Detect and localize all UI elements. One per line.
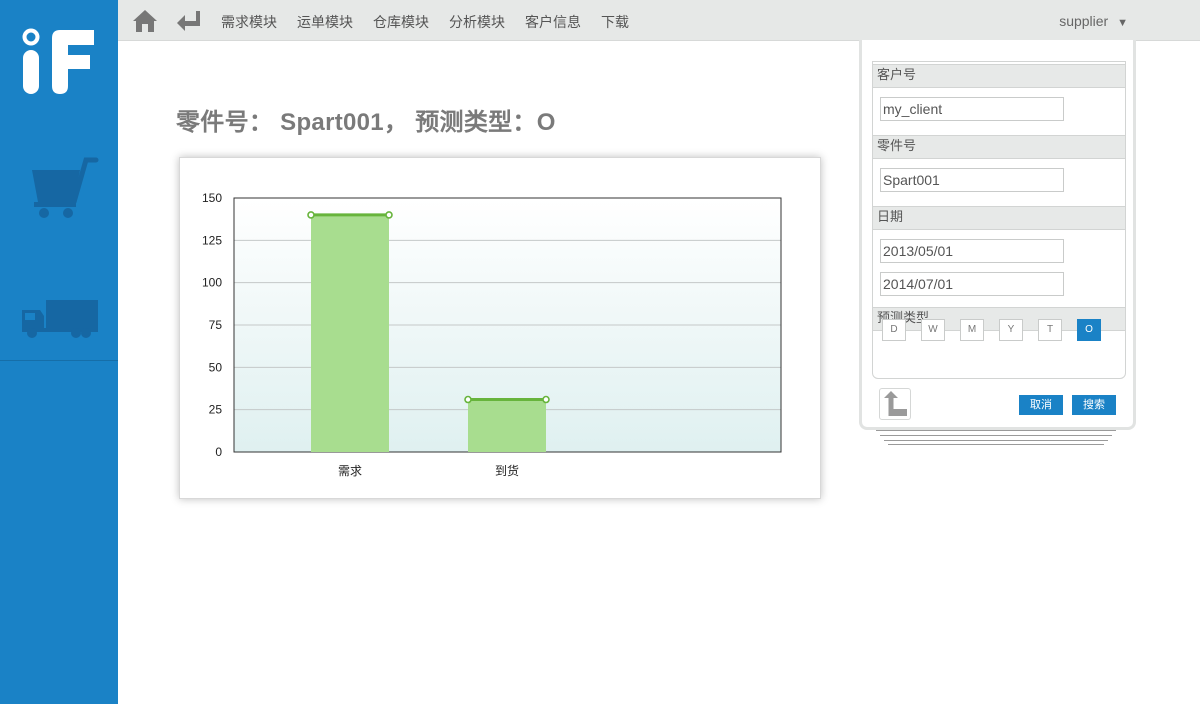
bar-0 <box>311 214 389 452</box>
y-tick-label: 0 <box>215 445 222 459</box>
sidebar <box>0 0 118 704</box>
nav-client-info[interactable]: 客户信息 <box>525 12 581 32</box>
sidebar-divider <box>0 360 118 361</box>
up-return-arrow-icon <box>880 391 910 423</box>
chevron-down-icon: ▼ <box>1117 17 1128 29</box>
date-to-field[interactable]: 2014/07/01 <box>880 272 1064 296</box>
part-label: 零件号 <box>873 135 1125 159</box>
bar-1 <box>468 399 546 452</box>
home-icon[interactable] <box>132 9 158 37</box>
chart-container: 0 25 50 75 100 125 150 需求 到货 <box>179 157 821 499</box>
bar-point-1 <box>542 395 550 404</box>
shopping-cart-icon[interactable] <box>20 156 100 224</box>
y-tick-label: 125 <box>202 233 222 247</box>
type-btn-y[interactable]: Y <box>999 319 1023 341</box>
user-name: supplier <box>1059 13 1109 29</box>
part-field[interactable]: Spart001 <box>880 168 1064 192</box>
if-logo[interactable] <box>22 28 96 94</box>
y-tick-label: 100 <box>202 276 222 290</box>
type-btn-t[interactable]: T <box>1038 319 1062 341</box>
bar-point-0 <box>385 211 393 219</box>
type-btn-w[interactable]: W <box>921 319 945 341</box>
search-panel: 客户号 my_client 零件号 Spart001 日期 2013/05/01… <box>859 40 1136 430</box>
bar-point-1 <box>464 395 472 404</box>
x-tick-label: 到货 <box>495 463 519 478</box>
y-tick-label: 150 <box>202 191 222 205</box>
client-label: 客户号 <box>873 64 1125 88</box>
y-tick-label: 25 <box>209 403 223 417</box>
nav-download[interactable]: 下载 <box>601 12 629 32</box>
app-root: 需求模块 运单模块 仓库模块 分析模块 客户信息 下载 supplier ▼ 零… <box>0 0 1200 704</box>
search-button[interactable]: 搜索 <box>1072 395 1116 415</box>
date-from-field[interactable]: 2013/05/01 <box>880 239 1064 263</box>
type-btn-o[interactable]: O <box>1077 319 1101 341</box>
top-nav: 需求模块 运单模块 仓库模块 分析模块 客户信息 下载 supplier ▼ <box>118 0 1200 41</box>
client-field[interactable]: my_client <box>880 97 1064 121</box>
panel-shadow-stack <box>884 438 1108 441</box>
nav-waybill[interactable]: 运单模块 <box>297 12 353 32</box>
truck-icon[interactable] <box>20 296 100 344</box>
x-tick-label: 需求 <box>338 464 362 478</box>
date-label: 日期 <box>873 206 1125 230</box>
user-menu[interactable]: supplier ▼ <box>1059 13 1128 29</box>
nav-analysis[interactable]: 分析模块 <box>449 12 505 32</box>
type-btn-d[interactable]: D <box>882 319 906 341</box>
nav-warehouse[interactable]: 仓库模块 <box>373 12 429 32</box>
type-btn-m[interactable]: M <box>960 319 984 341</box>
y-tick-label: 50 <box>209 360 223 374</box>
back-button[interactable] <box>879 388 911 420</box>
panel-shadow-stack <box>880 433 1112 436</box>
return-arrow-icon[interactable] <box>176 10 202 36</box>
nav-demand[interactable]: 需求模块 <box>221 12 277 32</box>
panel-shadow-stack <box>888 442 1104 445</box>
page-title: 零件号： Spart001， 预测类型：O <box>176 109 556 136</box>
y-tick-label: 75 <box>209 318 223 332</box>
bar-chart: 0 25 50 75 100 125 150 需求 到货 <box>202 191 782 478</box>
bar-point-0 <box>307 211 315 219</box>
panel-shadow-stack <box>876 428 1116 431</box>
cancel-button[interactable]: 取消 <box>1019 395 1063 415</box>
